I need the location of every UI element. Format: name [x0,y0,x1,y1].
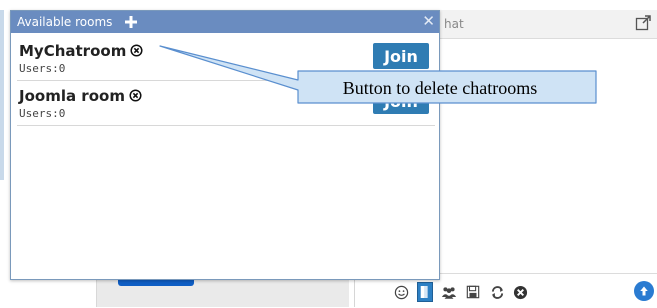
callout-text: Button to delete chatrooms [342,78,538,98]
callout-bubble [159,45,597,104]
